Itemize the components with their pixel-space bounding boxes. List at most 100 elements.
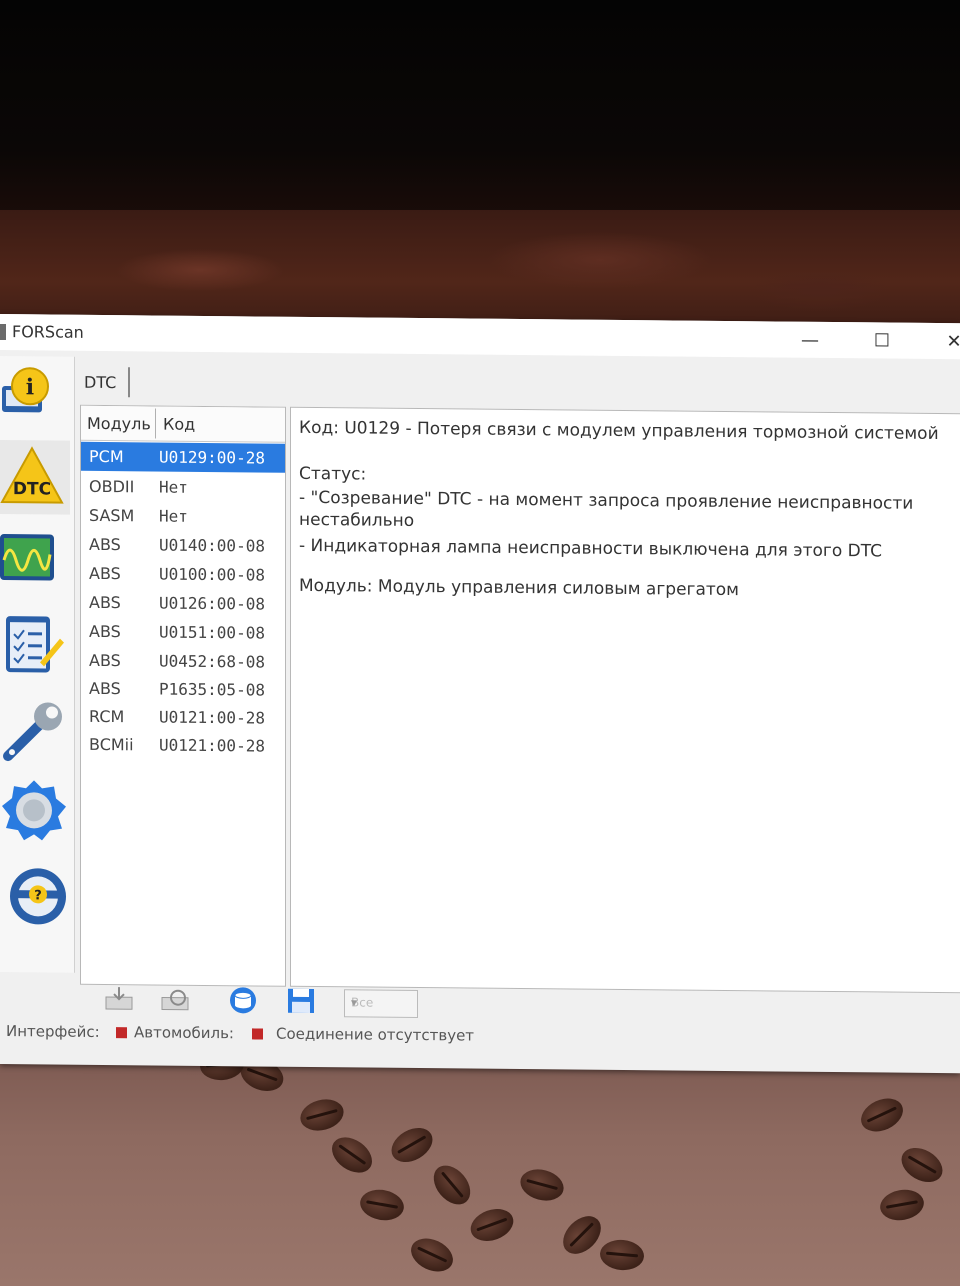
table-row[interactable]: OBDII Нет bbox=[81, 472, 285, 503]
read-dtc-button[interactable] bbox=[102, 985, 136, 1013]
dtc-details-pane: Код: U0129 - Потеря связи с модулем упра… bbox=[290, 406, 960, 994]
table-row[interactable]: SASM Нет bbox=[81, 501, 285, 532]
coffee-bean bbox=[855, 1092, 909, 1138]
sidebar-item-dtc[interactable]: DTC bbox=[0, 440, 70, 515]
oscilloscope-icon bbox=[0, 534, 54, 581]
dtc-table-header: Модуль Код bbox=[81, 405, 285, 443]
table-row[interactable]: ABS U0140:00-08 bbox=[81, 530, 285, 561]
row-code: U0126:00-08 bbox=[159, 593, 265, 614]
row-code: U0121:00-28 bbox=[159, 707, 265, 728]
column-separator[interactable] bbox=[155, 408, 156, 439]
photo-background-tablecloth bbox=[0, 1040, 960, 1286]
table-row[interactable]: ABS U0151:00-08 bbox=[81, 617, 285, 648]
app-icon bbox=[0, 324, 6, 341]
row-code: U0151:00-08 bbox=[159, 622, 265, 643]
dtc-table: Модуль Код PCM U0129:00-28 OBDII Нет SAS… bbox=[80, 404, 286, 987]
status-bar: Интерфейс: Автомобиль: Соединение отсутс… bbox=[0, 1014, 960, 1057]
gear-icon bbox=[2, 780, 66, 841]
row-module: BCMii bbox=[89, 734, 134, 755]
coffee-bean bbox=[405, 1232, 459, 1278]
interface-status-led bbox=[116, 1027, 127, 1039]
tab-dtc[interactable]: DTC bbox=[80, 366, 130, 398]
row-code: Нет bbox=[159, 477, 188, 497]
chevron-down-icon: ▾ bbox=[351, 995, 358, 1010]
status-label: Статус: bbox=[299, 463, 367, 485]
row-code: U0121:00-28 bbox=[159, 735, 265, 756]
column-header-module[interactable]: Модуль bbox=[87, 414, 151, 434]
dtc-filter-select[interactable]: Все ▾ bbox=[344, 989, 418, 1019]
status-mil: - Индикаторная лампа неисправности выклю… bbox=[299, 535, 882, 562]
database-icon bbox=[230, 987, 256, 1014]
table-row[interactable]: ABS U0100:00-08 bbox=[81, 559, 285, 590]
clear-icon bbox=[161, 989, 189, 1011]
svg-text:i: i bbox=[26, 374, 34, 400]
row-module: OBDII bbox=[89, 476, 135, 497]
sidebar-item-checklist[interactable] bbox=[0, 608, 70, 683]
clear-dtc-button[interactable] bbox=[158, 986, 192, 1014]
sidebar-item-oscilloscope[interactable] bbox=[0, 524, 70, 599]
row-code: U0140:00-08 bbox=[159, 535, 265, 556]
coffee-bean bbox=[895, 1141, 949, 1189]
row-code: U0129:00-28 bbox=[159, 447, 265, 468]
tab-dtc-label: DTC bbox=[84, 372, 117, 393]
left-toolbar: i DTC ? bbox=[0, 356, 75, 973]
vehicle-label: Автомобиль: bbox=[134, 1023, 234, 1043]
sidebar-item-settings[interactable] bbox=[0, 776, 70, 851]
save-button[interactable] bbox=[284, 987, 318, 1015]
coffee-bean bbox=[598, 1238, 646, 1272]
coffee-bean bbox=[426, 1158, 478, 1212]
coffee-bean bbox=[385, 1121, 439, 1169]
maximize-button[interactable]: ☐ bbox=[868, 330, 896, 351]
sidebar-item-info[interactable]: i bbox=[0, 356, 70, 431]
row-module: ABS bbox=[89, 563, 121, 584]
row-code: P1635:05-08 bbox=[159, 679, 265, 700]
coffee-bean bbox=[325, 1130, 379, 1180]
photo-background-dark bbox=[0, 0, 960, 215]
table-row[interactable]: ABS U0452:68-08 bbox=[81, 646, 285, 677]
connection-status-text: Соединение отсутствует bbox=[276, 1024, 475, 1045]
help-wheel-icon: ? bbox=[10, 868, 66, 925]
table-row[interactable]: ABS P1635:05-08 bbox=[81, 674, 285, 705]
row-module: ABS bbox=[89, 592, 121, 613]
read-icon bbox=[105, 987, 133, 1010]
minimize-button[interactable]: — bbox=[796, 330, 824, 351]
svg-text:?: ? bbox=[34, 888, 42, 903]
coffee-bean bbox=[296, 1094, 348, 1136]
module-description: Модуль: Модуль управления силовым агрега… bbox=[299, 575, 739, 601]
photo-background-wall bbox=[0, 210, 960, 330]
column-header-code[interactable]: Код bbox=[163, 415, 195, 434]
table-row[interactable]: BCMii U0121:00-28 bbox=[81, 730, 285, 761]
close-button[interactable]: ✕ bbox=[940, 331, 960, 352]
row-code: U0100:00-08 bbox=[159, 564, 265, 585]
vehicle-status-led bbox=[252, 1028, 263, 1040]
wrench-icon bbox=[3, 702, 62, 762]
row-module: SASM bbox=[89, 505, 135, 526]
row-module: PCM bbox=[89, 446, 124, 467]
info-icon: i bbox=[2, 367, 49, 413]
row-code: Нет bbox=[159, 506, 188, 526]
sidebar-item-help[interactable]: ? bbox=[0, 860, 70, 935]
row-code: U0452:68-08 bbox=[159, 651, 265, 672]
status-maturity-continued: нестабильно bbox=[299, 509, 415, 531]
forscan-window: FORScan — ☐ ✕ i DTC ? DTC Модуль Код PCM… bbox=[0, 314, 960, 1074]
save-icon bbox=[288, 988, 314, 1014]
row-module: ABS bbox=[89, 678, 121, 699]
sidebar-item-service[interactable] bbox=[0, 692, 70, 767]
window-title: FORScan bbox=[12, 322, 84, 342]
dtc-code-description: Код: U0129 - Потеря связи с модулем упра… bbox=[299, 417, 939, 445]
coffee-bean bbox=[466, 1203, 518, 1247]
svg-text:DTC: DTC bbox=[13, 479, 51, 499]
row-module: ABS bbox=[89, 621, 121, 642]
row-module: ABS bbox=[89, 534, 121, 555]
coffee-bean bbox=[877, 1186, 927, 1224]
coffee-bean bbox=[357, 1186, 407, 1224]
checklist-icon bbox=[6, 616, 64, 673]
row-module: ABS bbox=[89, 650, 121, 671]
table-row[interactable]: RCM U0121:00-28 bbox=[81, 702, 285, 733]
table-row-selected[interactable]: PCM U0129:00-28 bbox=[81, 441, 285, 473]
interface-label: Интерфейс: bbox=[6, 1022, 100, 1041]
coffee-bean bbox=[516, 1164, 568, 1206]
database-button[interactable] bbox=[226, 986, 260, 1014]
dtc-warning-icon: DTC bbox=[0, 446, 64, 504]
table-row[interactable]: ABS U0126:00-08 bbox=[81, 588, 285, 619]
